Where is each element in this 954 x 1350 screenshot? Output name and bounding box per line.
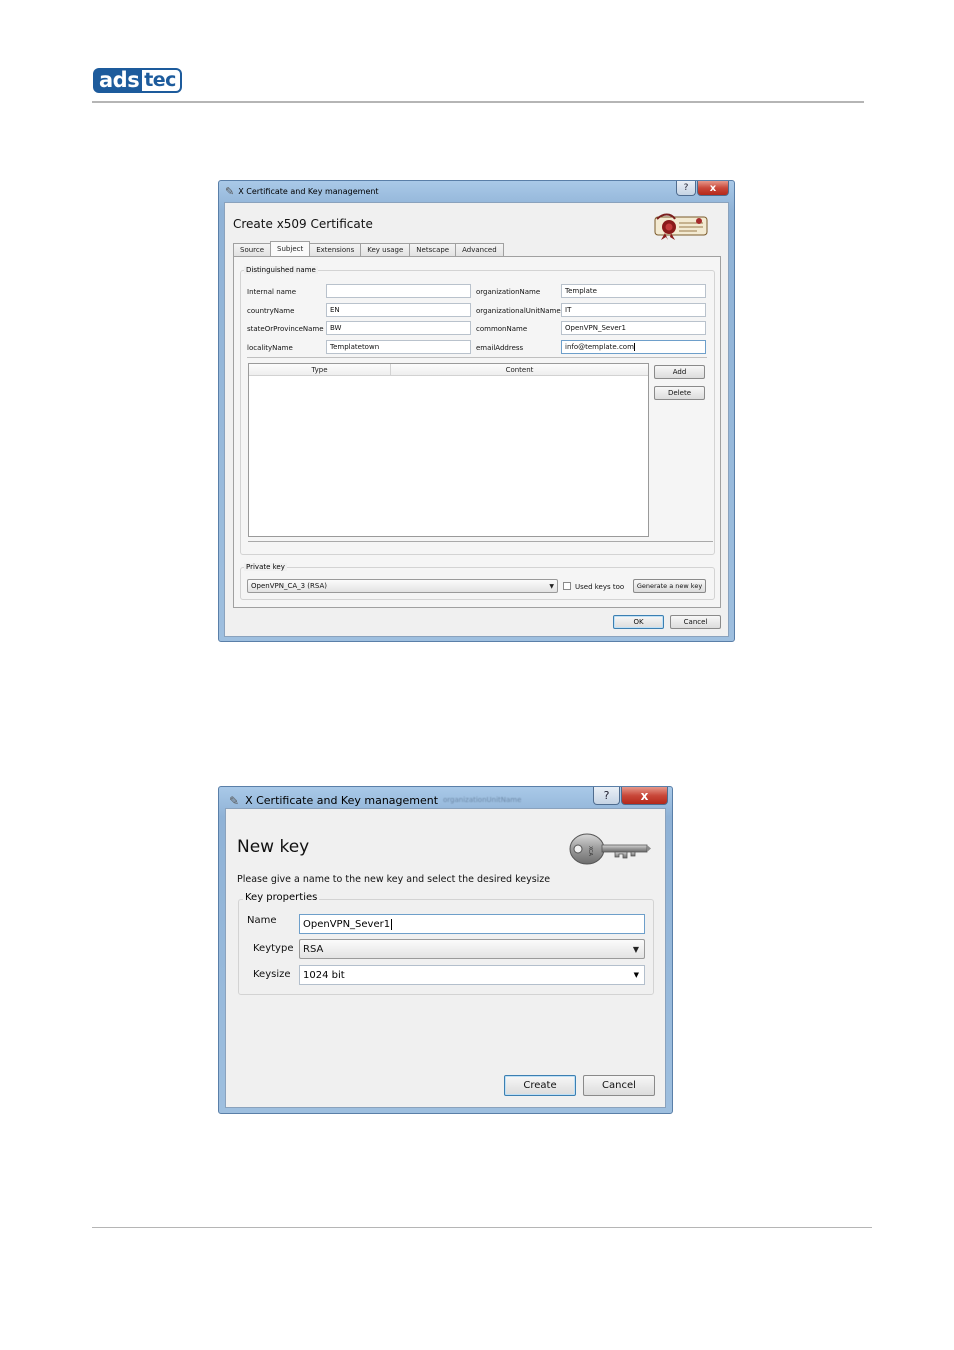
logo-part-ads: ads xyxy=(93,68,143,93)
chevron-down-icon: ▼ xyxy=(549,582,554,590)
keysize-select[interactable]: 1024 bit ▼ xyxy=(299,965,645,985)
distinguished-name-title: Distinguished name xyxy=(244,266,318,274)
organization-name-label: organizationName xyxy=(476,288,541,296)
chevron-down-icon: ▼ xyxy=(633,971,639,979)
tab-subject[interactable]: Subject xyxy=(270,241,311,256)
header-divider xyxy=(92,101,864,103)
country-name-label: countryName xyxy=(247,307,295,315)
keytype-value: RSA xyxy=(303,943,324,955)
key-name-input[interactable]: OpenVPN_Sever1 xyxy=(299,914,645,934)
subject-tab-panel: Distinguished name Internal name country… xyxy=(233,256,721,608)
internal-name-input[interactable] xyxy=(326,284,471,298)
organizational-unit-label: organizationalUnitName xyxy=(476,307,561,315)
country-name-input[interactable]: EN xyxy=(326,303,471,317)
column-type-header[interactable]: Type xyxy=(249,364,391,375)
key-properties-title: Key properties xyxy=(243,892,320,903)
used-keys-label: Used keys too xyxy=(575,583,625,591)
used-keys-checkbox[interactable] xyxy=(563,582,571,590)
dialog-heading: New key xyxy=(237,837,310,857)
dialog-heading: Create x509 Certificate xyxy=(233,217,373,231)
text-caret xyxy=(633,343,635,351)
generate-new-key-button[interactable]: Generate a new key xyxy=(633,579,706,593)
state-or-province-label: stateOrProvinceName xyxy=(247,325,324,333)
window-title: X Certificate and Key management xyxy=(238,186,379,196)
column-content-header[interactable]: Content xyxy=(391,364,648,375)
close-button[interactable]: x xyxy=(697,181,729,196)
name-label: Name xyxy=(247,915,277,926)
window-title: X Certificate and Key management xyxy=(245,794,439,807)
close-button[interactable]: x xyxy=(621,787,668,805)
tab-bar: Source Subject Extensions Key usage Nets… xyxy=(233,241,504,256)
help-button[interactable]: ? xyxy=(593,787,620,805)
email-address-value: info@template.com xyxy=(565,343,634,351)
private-key-select[interactable]: OpenVPN_CA_3 (RSA) ▼ xyxy=(247,579,558,593)
email-address-input[interactable]: info@template.com xyxy=(561,340,706,354)
text-caret xyxy=(391,918,393,930)
common-name-input[interactable]: OpenVPN_Sever1 xyxy=(561,321,706,335)
keytype-label: Keytype xyxy=(253,943,294,954)
help-button[interactable]: ? xyxy=(676,181,696,196)
organizational-unit-input[interactable]: IT xyxy=(561,303,706,317)
tab-source[interactable]: Source xyxy=(233,243,272,256)
instruction-text: Please give a name to the new key and se… xyxy=(237,874,551,885)
dialog-client-area: New key XCA Please give a name to the ne… xyxy=(225,808,666,1108)
tab-extensions[interactable]: Extensions xyxy=(309,243,362,256)
certificate-pen-icon: ✎ xyxy=(225,184,235,198)
ok-button[interactable]: OK xyxy=(613,615,664,629)
private-key-selected: OpenVPN_CA_3 (RSA) xyxy=(251,582,327,590)
locality-name-input[interactable]: Templatetown xyxy=(326,340,471,354)
extra-attributes-table[interactable]: Type Content xyxy=(248,363,649,537)
common-name-label: commonName xyxy=(476,325,528,333)
logo-part-tec: tec xyxy=(142,68,182,93)
tab-netscape[interactable]: Netscape xyxy=(409,243,457,256)
organization-name-input[interactable]: Template xyxy=(561,284,706,298)
background-ghost-text: organizationUnitName xyxy=(443,796,522,804)
cancel-button[interactable]: Cancel xyxy=(583,1075,655,1096)
private-key-title: Private key xyxy=(244,563,287,571)
tab-key-usage[interactable]: Key usage xyxy=(360,243,411,256)
keysize-value: 1024 bit xyxy=(303,969,345,981)
internal-name-label: Internal name xyxy=(247,288,297,296)
key-icon: XCA xyxy=(569,833,651,865)
create-button[interactable]: Create xyxy=(504,1075,576,1096)
new-key-window: ✎ X Certificate and Key management organ… xyxy=(218,786,673,1114)
horizontal-scrollbar[interactable] xyxy=(248,541,713,549)
create-certificate-window: ✎ X Certificate and Key management ? x C… xyxy=(218,180,735,642)
add-button[interactable]: Add xyxy=(654,365,705,379)
chevron-down-icon: ▼ xyxy=(632,944,639,954)
locality-name-label: localityName xyxy=(247,344,293,352)
footer-divider xyxy=(92,1227,872,1228)
email-address-label: emailAddress xyxy=(476,344,524,352)
state-or-province-input[interactable]: BW xyxy=(326,321,471,335)
separator xyxy=(247,357,707,358)
cancel-button[interactable]: Cancel xyxy=(670,615,721,629)
certificate-pen-icon: ✎ xyxy=(229,793,240,808)
delete-button[interactable]: Delete xyxy=(654,386,705,400)
adstec-logo: ads tec xyxy=(93,68,182,93)
svg-text:XCA: XCA xyxy=(587,846,593,857)
window-titlebar[interactable]: ✎ X Certificate and Key management xyxy=(219,181,734,201)
key-name-value: OpenVPN_Sever1 xyxy=(303,918,391,930)
keysize-label: Keysize xyxy=(253,969,291,980)
dialog-client-area: Create x509 Certificate Source Subject E… xyxy=(224,202,729,637)
certificate-seal-icon xyxy=(654,213,708,240)
tab-advanced[interactable]: Advanced xyxy=(455,243,504,256)
keytype-select[interactable]: RSA ▼ xyxy=(299,939,645,959)
table-header: Type Content xyxy=(249,364,648,376)
